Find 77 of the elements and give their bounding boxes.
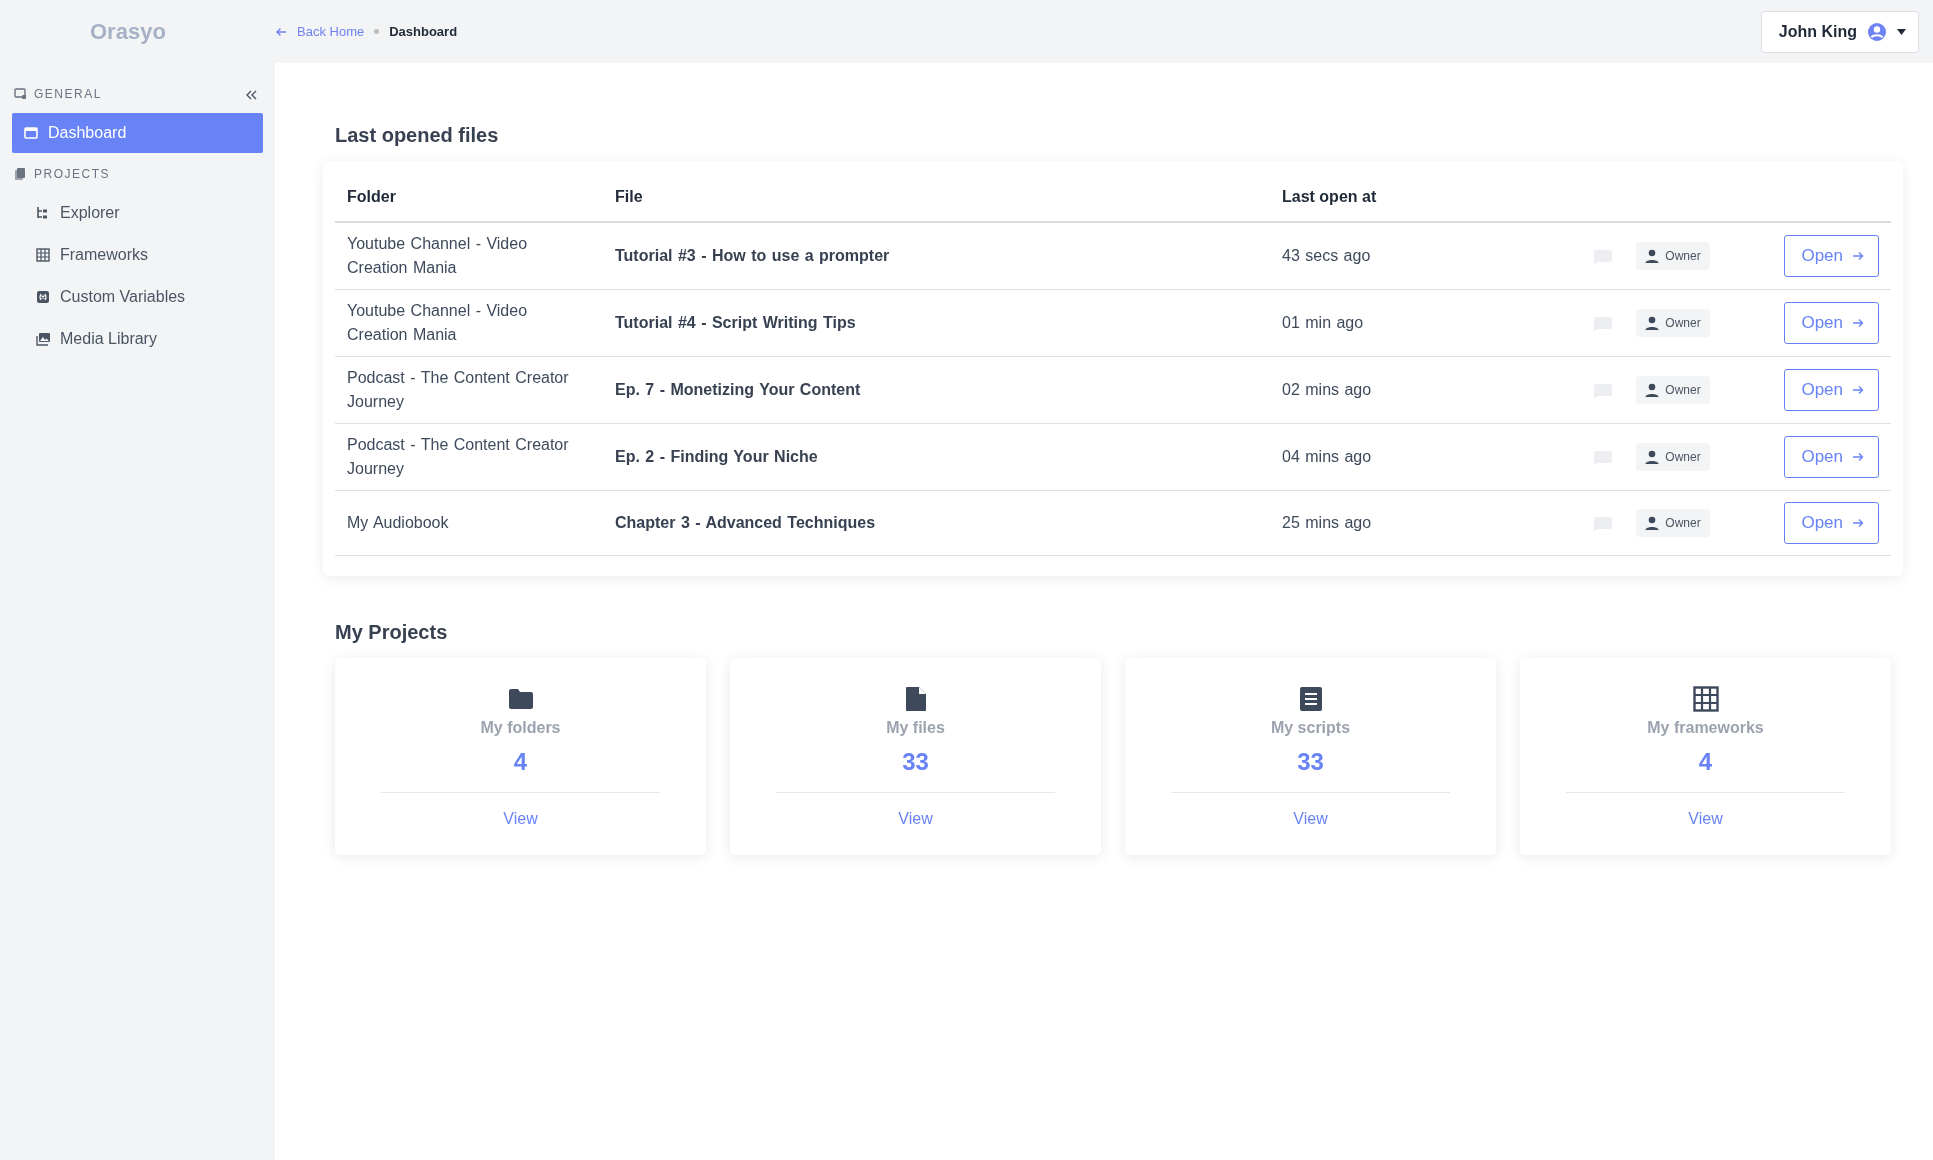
column-header: File (603, 173, 1270, 222)
role-badge: Owner (1636, 443, 1710, 471)
caret-icon (1897, 28, 1906, 35)
open-button[interactable]: Open (1784, 235, 1879, 277)
person-icon (1645, 383, 1660, 397)
role-badge: Owner (1636, 376, 1710, 404)
view-link[interactable]: View (1688, 810, 1723, 827)
column-header: Last open at (1270, 173, 1570, 222)
card-count: 33 (1296, 747, 1325, 777)
window-icon (24, 126, 38, 140)
person-icon (1645, 316, 1660, 330)
table-cell: 02 mins ago (1270, 356, 1570, 424)
folder-icon (507, 686, 534, 712)
role-badge: Owner (1636, 509, 1710, 537)
table-cell: Youtube Channel - Video Creation Mania (335, 222, 603, 290)
tree-icon (36, 206, 50, 220)
sidebar-item[interactable]: Frameworks (12, 235, 263, 275)
breadcrumb-link[interactable]: Back Home (297, 21, 365, 42)
card-label: My files (885, 718, 946, 738)
open-button[interactable]: Open (1784, 502, 1879, 544)
role-badge: Owner (1636, 309, 1710, 337)
table-cell: Podcast - The Content Creator Journey (335, 423, 603, 491)
sidebar-item[interactable]: Custom Variables (12, 277, 263, 317)
section-label: GENERAL (34, 86, 103, 103)
arrow-right-icon (1853, 318, 1864, 328)
card-count: 4 (512, 747, 529, 777)
card-count: 33 (901, 747, 930, 777)
back-arrow-icon (275, 25, 287, 38)
card-label: My scripts (1269, 718, 1352, 738)
settings-window-icon (14, 87, 28, 101)
table-cell: 04 mins ago (1270, 423, 1570, 491)
sidebar-item[interactable]: Dashboard (12, 113, 263, 153)
arrow-right-icon (1853, 251, 1864, 261)
view-link[interactable]: View (503, 810, 538, 827)
card-count: 4 (1697, 747, 1714, 777)
table-cell: Ep. 2 - Finding Your Niche (603, 423, 1270, 491)
card-label: My folders (479, 718, 562, 738)
open-button[interactable]: Open (1784, 369, 1879, 411)
table-cell: Ep. 7 - Monetizing Your Content (603, 356, 1270, 424)
grid-icon (1692, 686, 1719, 712)
section-title: My Projects (335, 620, 449, 644)
table-cell: Tutorial #3 - How to use a prompter (603, 222, 1270, 290)
section-title: Last opened files (335, 123, 500, 147)
card-label: My frameworks (1646, 718, 1765, 738)
person-icon (1645, 450, 1660, 464)
sidebar-item[interactable]: Explorer (12, 193, 263, 233)
view-link[interactable]: View (1293, 810, 1328, 827)
double-chevron-icon (246, 89, 257, 100)
table-cell: Podcast - The Content Creator Journey (335, 356, 603, 424)
table-cell: 01 min ago (1270, 289, 1570, 357)
documents-icon (14, 167, 28, 181)
arrow-right-icon (1853, 385, 1864, 395)
sidebar-item[interactable]: Media Library (12, 319, 263, 359)
table-cell: Chapter 3 - Advanced Techniques (603, 490, 1270, 556)
column-header: Folder (335, 173, 603, 222)
section-label: PROJECTS (34, 166, 111, 183)
arrow-right-icon (1853, 452, 1864, 462)
breadcrumb-current: Dashboard (389, 22, 458, 41)
grid-icon (36, 248, 50, 262)
table-cell: 25 mins ago (1270, 490, 1570, 556)
brand-logo[interactable]: Orasyo (90, 19, 166, 44)
images-icon (36, 332, 50, 346)
arrow-right-icon (1853, 518, 1864, 528)
user-avatar-icon (1867, 21, 1887, 42)
variable-icon (36, 290, 50, 304)
user-menu-button[interactable]: John King (1760, 10, 1919, 53)
table-cell: 43 secs ago (1270, 222, 1570, 290)
person-icon (1645, 516, 1660, 530)
view-link[interactable]: View (898, 810, 933, 827)
table-cell: My Audiobook (335, 490, 603, 556)
role-badge: Owner (1636, 242, 1710, 270)
open-button[interactable]: Open (1784, 436, 1879, 478)
open-button[interactable]: Open (1784, 302, 1879, 344)
table-cell: Tutorial #4 - Script Writing Tips (603, 289, 1270, 357)
document-lines-icon (1297, 686, 1324, 712)
person-icon (1645, 249, 1660, 263)
table-cell: Youtube Channel - Video Creation Mania (335, 289, 603, 357)
